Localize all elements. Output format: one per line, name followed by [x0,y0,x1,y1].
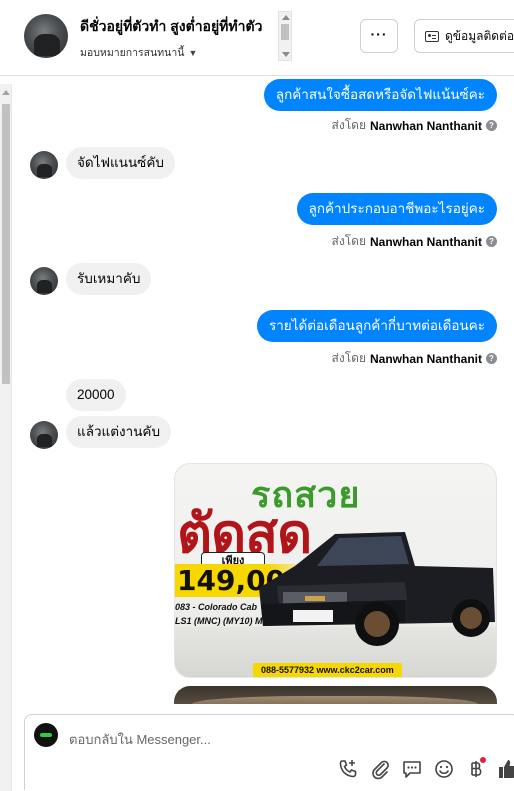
view-contact-info-label: ดูข้อมูลติดต่อ [445,28,514,43]
baht-icon[interactable] [465,757,487,780]
like-icon[interactable] [497,758,514,780]
incoming-message[interactable]: 20000 [66,379,126,411]
caret-down-icon: ▼ [188,47,198,58]
incoming-message[interactable]: รับเหมาคับ [66,263,152,295]
view-contact-info-button[interactable]: ดูข้อมูลติดต่อ [414,19,514,53]
conversation-scrollbar[interactable] [0,84,12,791]
scroll-thumb[interactable] [2,104,10,384]
page-avatar [34,723,58,747]
contact-avatar[interactable] [24,14,68,58]
messenger-conversation: ดีชั่วอยู่ที่ตัวทำ สูงต่ำอยู่ที่ทำตัว มอ… [0,0,514,791]
assign-label: มอบหมายการสนทนานี้ [80,47,185,59]
sent-by-label: ส่งโดย Nanwhan Nanthanit ? [332,232,497,251]
message-list: ลูกค้าสนใจซื้อสดหรือจัดไฟแน้นซ์คะ ส่งโดย… [13,77,514,704]
help-icon[interactable]: ? [486,353,497,364]
conversation-header: ดีชั่วอยู่ที่ตัวทำ สูงต่ำอยู่ที่ทำตัว มอ… [0,0,514,76]
pickup-truck-icon [259,532,495,646]
sender-name: Nanwhan Nanthanit [369,234,482,249]
ad-model-line-1: 083 - Colorado Cab [175,602,258,612]
ad-contact-info: 088-5577932 www.ckc2car.com [253,663,402,677]
attachment-icon[interactable] [369,758,391,780]
next-image-preview[interactable] [174,686,497,704]
help-icon[interactable]: ? [486,120,497,131]
outgoing-message[interactable]: ลูกค้าสนใจซื้อสดหรือจัดไฟแน้นซ์คะ [263,79,497,111]
scroll-thumb[interactable] [281,24,289,40]
reply-composer: ตอบกลับใน Messenger... [24,714,514,790]
contact-name[interactable]: ดีชั่วอยู่ที่ตัวทำ สูงต่ำอยู่ที่ทำตัว [80,16,278,38]
header-name-scrollbar[interactable] [278,11,292,61]
sent-by-prefix: ส่งโดย [331,351,366,365]
contact-avatar-small[interactable] [30,267,58,295]
sent-by-prefix: ส่งโดย [331,118,366,132]
scroll-up-arrow-icon[interactable] [282,15,290,20]
sent-by-label: ส่งโดย Nanwhan Nanthanit ? [332,116,497,135]
contact-card-icon [425,30,439,42]
phone-add-icon[interactable] [337,758,359,780]
notification-dot [480,757,486,763]
incoming-message[interactable]: แล้วแต่งานคับ [66,416,172,448]
outgoing-message[interactable]: รายได้ต่อเดือนลูกค้ากี่บาทต่อเดือนคะ [256,310,497,342]
sender-name: Nanwhan Nanthanit [369,118,482,133]
scroll-down-arrow-icon[interactable] [282,52,290,57]
sender-name: Nanwhan Nanthanit [369,351,482,366]
composer-toolbar [337,757,514,781]
contact-avatar-small[interactable] [30,151,58,179]
more-options-button[interactable]: ··· [360,19,398,53]
saved-reply-icon[interactable] [401,758,423,780]
scroll-up-arrow-icon[interactable] [2,90,10,95]
sent-by-label: ส่งโดย Nanwhan Nanthanit ? [332,349,497,368]
assign-conversation-dropdown[interactable]: มอบหมายการสนทนานี้ ▼ [80,44,197,61]
car-advertisement-image[interactable]: รถสวย ตัดสด เพียง 149,000 083 - Colorado… [174,463,497,678]
contact-avatar-small[interactable] [30,421,58,449]
emoji-icon[interactable] [433,758,455,780]
help-icon[interactable]: ? [486,236,497,247]
sent-by-prefix: ส่งโดย [331,234,366,248]
outgoing-message[interactable]: ลูกค้าประกอบอาชีพอะไรอยู่คะ [296,193,497,225]
reply-input[interactable]: ตอบกลับใน Messenger... [69,729,211,750]
ad-model-line-2: LS1 (MNC) (MY10) M [175,616,263,626]
incoming-message[interactable]: จัดไฟแนนซ์คับ [66,147,175,179]
